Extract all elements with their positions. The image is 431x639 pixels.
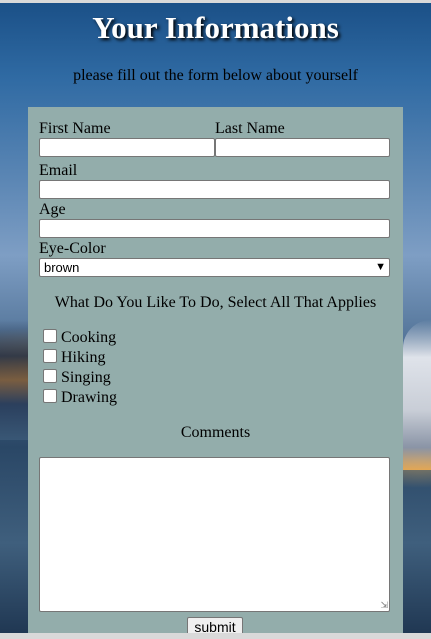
last-name-label: Last Name	[215, 120, 285, 137]
email-input[interactable]	[39, 180, 390, 199]
age-input[interactable]	[39, 219, 390, 238]
activities-question: What Do You Like To Do, Select All That …	[54, 294, 377, 311]
resize-grip-icon[interactable]: ⇲	[380, 601, 388, 610]
activity-option-drawing[interactable]: Drawing	[43, 389, 117, 407]
drawing-label: Drawing	[61, 389, 117, 406]
singing-label: Singing	[61, 369, 111, 386]
eye-color-select[interactable]: brown ▼	[39, 258, 390, 277]
background-opera-house	[403, 320, 431, 470]
comments-label: Comments	[180, 424, 251, 441]
singing-checkbox[interactable]	[43, 369, 57, 383]
first-name-input[interactable]	[39, 138, 215, 157]
activity-option-hiking[interactable]: Hiking	[43, 349, 105, 367]
comments-textarea[interactable]: ⇲	[39, 457, 390, 612]
background-city-lights	[0, 320, 30, 440]
window-top-edge	[0, 0, 431, 3]
first-name-label: First Name	[39, 120, 111, 137]
activity-option-cooking[interactable]: Cooking	[43, 329, 116, 347]
hiking-label: Hiking	[61, 349, 106, 366]
last-name-input[interactable]	[215, 138, 390, 157]
window-bottom-edge	[0, 633, 431, 639]
email-label: Email	[39, 162, 78, 179]
cooking-checkbox[interactable]	[43, 329, 57, 343]
info-form: First Name Last Name Email Age Eye-Color…	[28, 107, 403, 637]
drawing-checkbox[interactable]	[43, 389, 57, 403]
cooking-label: Cooking	[61, 329, 117, 346]
hiking-checkbox[interactable]	[43, 349, 57, 363]
chevron-down-icon: ▼	[375, 261, 386, 273]
eye-color-label: Eye-Color	[39, 240, 106, 257]
eye-color-selected-value: brown	[44, 260, 80, 275]
page-subtitle: please fill out the form below about you…	[73, 67, 358, 84]
activity-option-singing[interactable]: Singing	[43, 369, 111, 387]
age-label: Age	[39, 201, 66, 218]
page-title: Your Informations	[92, 10, 339, 45]
